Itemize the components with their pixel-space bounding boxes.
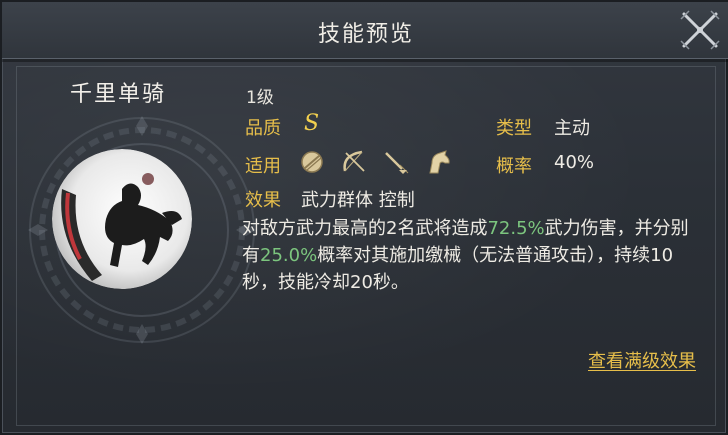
type-label: 类型 — [496, 118, 532, 139]
skill-preview-dialog: 技能预览 千里单骑 1级 品质 S 类型 主动 适用 概率 40% 效果 武力群… — [0, 0, 728, 435]
type-value: 主动 — [554, 118, 590, 139]
chance-percent: 25.0% — [260, 245, 318, 266]
effect-label: 效果 — [245, 190, 281, 211]
skill-portrait — [52, 149, 192, 289]
shield-icon — [301, 151, 323, 173]
horseman-portrait-icon — [52, 149, 192, 289]
applies-icons — [298, 149, 452, 175]
skill-description: 对敌方武力最高的2名武将造成72.5%武力伤害，并分别有25.0%概率对其施加缴… — [242, 215, 702, 296]
quality-grade: S — [304, 111, 320, 136]
skill-name: 千里单骑 — [70, 82, 167, 107]
applies-label: 适用 — [245, 156, 281, 177]
horse-icon — [429, 150, 450, 174]
title-bar: 技能预览 — [2, 2, 728, 62]
close-button[interactable] — [676, 6, 724, 54]
skill-level: 1级 — [246, 88, 274, 108]
crossed-swords-close-icon — [680, 10, 720, 50]
description-text: 对敌方武力最高的2名武将造成 — [242, 218, 488, 239]
view-max-level-link[interactable]: 查看满级效果 — [588, 347, 696, 373]
damage-percent: 72.5% — [487, 218, 545, 239]
quality-label: 品质 — [245, 118, 281, 139]
effect-tags: 武力群体 控制 — [301, 190, 415, 211]
chance-value: 40% — [554, 152, 595, 173]
bow-icon — [343, 150, 365, 172]
chance-label: 概率 — [496, 156, 532, 177]
dialog-title: 技能预览 — [317, 22, 414, 47]
spear-icon — [385, 152, 409, 174]
